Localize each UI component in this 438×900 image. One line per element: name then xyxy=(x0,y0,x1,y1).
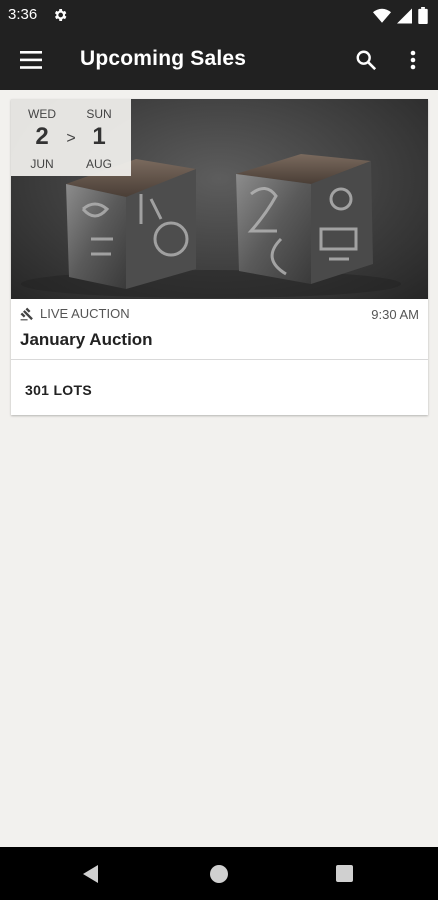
home-icon[interactable] xyxy=(209,864,229,884)
system-nav-bar xyxy=(0,847,438,900)
end-month: AUG xyxy=(85,157,112,171)
sale-type: LIVE AUCTION xyxy=(20,306,130,321)
card-divider xyxy=(11,359,428,360)
sale-info: LIVE AUCTION 9:30 AM January Auction xyxy=(11,299,428,359)
end-day: 1 xyxy=(92,123,106,150)
start-month: JUN xyxy=(30,157,54,171)
app-bar: Upcoming Sales xyxy=(0,30,438,90)
status-time: 3:36 xyxy=(8,6,38,23)
sale-image: WED 2 JUN > SUN 1 AUG xyxy=(11,99,428,299)
battery-icon xyxy=(418,7,428,24)
signal-icon xyxy=(397,8,412,23)
sale-time: 9:30 AM xyxy=(371,307,419,322)
search-icon xyxy=(356,50,377,71)
gavel-icon xyxy=(20,307,33,320)
menu-icon xyxy=(20,51,42,69)
recents-icon[interactable] xyxy=(336,865,353,882)
more-vert-icon xyxy=(410,50,416,70)
start-weekday: WED xyxy=(28,107,56,121)
end-weekday: SUN xyxy=(86,107,112,121)
status-icons xyxy=(373,7,428,24)
date-range: WED 2 JUN > SUN 1 AUG xyxy=(11,99,131,176)
date-separator: > xyxy=(66,130,76,147)
more-options-button[interactable] xyxy=(400,44,426,76)
sale-card[interactable]: WED 2 JUN > SUN 1 AUG LIVE AUCTION 9:30 … xyxy=(11,99,428,415)
status-bar: 3:36 xyxy=(0,0,438,30)
start-day: 2 xyxy=(35,123,49,150)
menu-button[interactable] xyxy=(14,46,48,74)
page-title: Upcoming Sales xyxy=(80,47,247,70)
wifi-icon xyxy=(373,8,391,23)
sale-title: January Auction xyxy=(20,330,153,349)
gear-icon xyxy=(54,9,67,21)
lot-count: 301 LOTS xyxy=(25,382,92,398)
search-button[interactable] xyxy=(350,44,382,76)
back-icon[interactable] xyxy=(82,864,100,884)
sale-type-label: LIVE AUCTION xyxy=(40,306,130,321)
